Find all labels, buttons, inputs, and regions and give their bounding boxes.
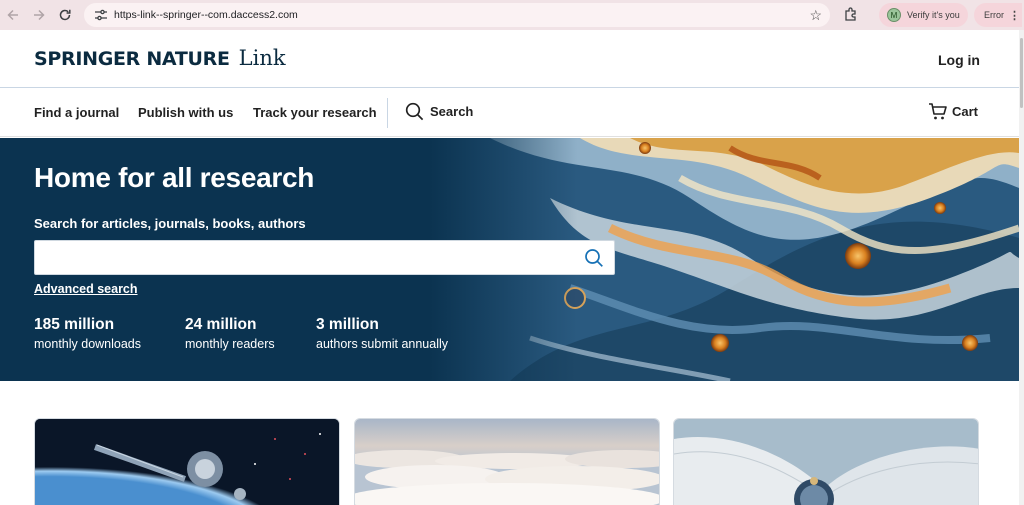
search-icon[interactable]: [584, 248, 604, 268]
url-text[interactable]: https-link--springer--com.daccess2.com: [114, 9, 298, 21]
kebab-menu-icon[interactable]: ⋮: [1009, 9, 1020, 22]
cart-icon: [929, 103, 947, 120]
springer-nature-link-logo[interactable]: SPRINGER NATURE Link: [34, 46, 286, 70]
nav-track-research[interactable]: Track your research: [253, 105, 377, 120]
nav-find-journal[interactable]: Find a journal: [34, 105, 119, 120]
feature-card-clouds[interactable]: [354, 418, 660, 505]
cart-button[interactable]: Cart: [928, 102, 978, 121]
login-link[interactable]: Log in: [938, 52, 980, 68]
springer-link-page: SPRINGER NATURE Link Log in Find a journ…: [0, 30, 1019, 505]
verify-profile-button[interactable]: M Verify it's you: [879, 3, 968, 27]
stat-label: authors submit annually: [316, 337, 449, 351]
stat-readers: 24 million monthly readers: [185, 316, 275, 351]
stat-authors: 3 million authors submit annually: [316, 316, 448, 351]
avatar: M: [887, 8, 901, 22]
tune-icon[interactable]: [94, 8, 108, 22]
search-icon: [405, 102, 424, 121]
back-arrow-icon[interactable]: [2, 4, 24, 26]
nav-search-label: Search: [430, 104, 474, 119]
hero-title: Home for all research: [34, 162, 315, 193]
nav-publish-with-us[interactable]: Publish with us: [138, 105, 233, 120]
puzzle-icon[interactable]: [843, 6, 859, 22]
stat-value: 3 million: [316, 316, 379, 333]
logo-brand: SPRINGER NATURE: [34, 48, 230, 70]
error-label: Error: [984, 10, 1004, 20]
hero-search-box: [34, 240, 615, 275]
feature-cards: [0, 418, 1019, 505]
stat-label: monthly downloads: [34, 337, 142, 351]
logo-link-word: Link: [238, 46, 286, 70]
forward-arrow-icon[interactable]: [28, 4, 50, 26]
stat-downloads: 185 million monthly downloads: [34, 316, 141, 351]
cart-label: Cart: [952, 104, 979, 119]
search-prompt-label: Search for articles, journals, books, au…: [34, 216, 306, 231]
open-book-image: [674, 419, 978, 505]
reload-icon[interactable]: [54, 4, 76, 26]
browser-toolbar: https-link--springer--com.daccess2.com ☆…: [0, 0, 1024, 30]
verify-label: Verify it's you: [907, 10, 960, 20]
stat-value: 185 million: [34, 316, 115, 333]
satellite-image: [35, 419, 339, 505]
hero-banner: Home for all research Search for article…: [0, 138, 1019, 381]
feature-card-book[interactable]: [673, 418, 979, 505]
site-header: SPRINGER NATURE Link Log in: [0, 30, 1019, 88]
address-bar[interactable]: https-link--springer--com.daccess2.com ☆: [84, 3, 830, 27]
clouds-image: [355, 419, 659, 505]
stat-value: 24 million: [185, 316, 257, 333]
page-scrollbar[interactable]: [1019, 30, 1024, 505]
advanced-search-link[interactable]: Advanced search: [34, 282, 138, 296]
nav-divider: [387, 98, 388, 128]
error-button[interactable]: Error ⋮: [974, 3, 1022, 27]
nav-search-button[interactable]: Search: [405, 102, 473, 121]
main-nav: Find a journal Publish with us Track you…: [0, 88, 1019, 137]
stat-label: monthly readers: [185, 337, 275, 351]
star-icon[interactable]: ☆: [809, 7, 822, 24]
scrollbar-thumb[interactable]: [1020, 38, 1023, 108]
hero-search-input[interactable]: [35, 241, 575, 274]
feature-card-space[interactable]: [34, 418, 340, 505]
